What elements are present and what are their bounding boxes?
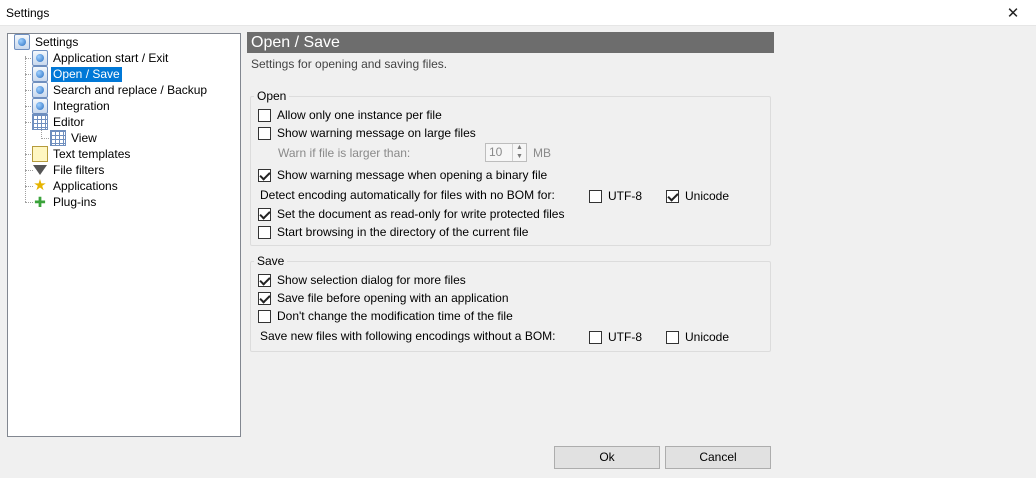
cancel-button[interactable]: Cancel [665, 446, 771, 469]
tree-connector [41, 138, 49, 139]
view-grid-icon [50, 130, 66, 146]
checkbox-label: UTF-8 [608, 189, 642, 203]
tree-item-editor[interactable]: Editor [32, 114, 86, 130]
checkbox-box[interactable] [258, 126, 271, 140]
tree-item-text-templates[interactable]: Text templates [32, 146, 132, 162]
checkbox-label: Don't change the modification time of th… [277, 309, 513, 323]
warn-threshold-value[interactable]: 10 [486, 144, 512, 161]
settings-page-icon [32, 66, 48, 82]
tree-item-view[interactable]: View [50, 130, 99, 146]
checkbox-label: Start browsing in the directory of the c… [277, 225, 529, 239]
page-title: Open / Save [247, 32, 774, 53]
tree-item-search-replace-backup[interactable]: Search and replace / Backup [32, 82, 209, 98]
tree-item-label: Editor [53, 114, 85, 129]
settings-page-icon [32, 50, 48, 66]
checkbox-box[interactable] [589, 189, 602, 203]
tree-item-label: Settings [35, 34, 79, 49]
checkbox-label: Set the document as read-only for write … [277, 207, 565, 221]
checkbox-label: Unicode [685, 189, 730, 203]
save-group-legend: Save [254, 254, 288, 268]
funnel-icon [33, 165, 47, 175]
start-browsing-checkbox[interactable]: Start browsing in the directory of the c… [258, 224, 528, 240]
ok-button[interactable]: Ok [554, 446, 660, 469]
spin-up-icon[interactable]: ▲ [513, 144, 526, 153]
tree-item-file-filters[interactable]: File filters [32, 162, 106, 178]
detect-utf8-checkbox[interactable]: UTF-8 [589, 188, 642, 204]
save-unicode-checkbox[interactable]: Unicode [666, 329, 729, 345]
checkbox-box[interactable] [258, 108, 271, 122]
checkbox-box[interactable] [258, 309, 271, 323]
tree-item-label: View [71, 130, 97, 145]
tree-item-label: Application start / Exit [53, 50, 169, 65]
warn-threshold-unit: MB [533, 146, 551, 160]
checkbox-label: Save file before opening with an applica… [277, 291, 509, 305]
tree-item-label: Search and replace / Backup [53, 82, 208, 97]
save-utf8-checkbox[interactable]: UTF-8 [589, 329, 642, 345]
keep-mtime-checkbox[interactable]: Don't change the modification time of th… [258, 308, 513, 324]
checkbox-box[interactable] [258, 291, 271, 305]
checkbox-box[interactable] [666, 330, 679, 344]
tree-item-application-start-exit[interactable]: Application start / Exit [32, 50, 170, 66]
puzzle-icon: ✚ [34, 194, 46, 210]
checkbox-box[interactable] [589, 330, 602, 344]
tree-item-plug-ins[interactable]: ✚ Plug-ins [32, 194, 98, 210]
selection-dialog-checkbox[interactable]: Show selection dialog for more files [258, 272, 466, 288]
settings-tree[interactable]: Settings Application start / Exit Open /… [7, 33, 241, 437]
title-bar: Settings ✕ [0, 0, 1036, 26]
close-icon[interactable]: ✕ [990, 0, 1036, 26]
tree-item-label: Plug-ins [53, 194, 97, 209]
settings-page-icon [32, 98, 48, 114]
checkbox-label: Show selection dialog for more files [277, 273, 466, 287]
checkbox-label: Show warning message on large files [277, 126, 476, 140]
tree-item-integration[interactable]: Integration [32, 98, 112, 114]
warn-binary-checkbox[interactable]: Show warning message when opening a bina… [258, 167, 547, 183]
editor-grid-icon [32, 114, 48, 130]
warn-threshold-label: Warn if file is larger than: [278, 146, 411, 160]
checkbox-label: Allow only one instance per file [277, 108, 442, 122]
detect-encoding-label: Detect encoding automatically for files … [260, 188, 555, 202]
tree-item-label: Open / Save [51, 66, 122, 82]
checkbox-label: Unicode [685, 330, 730, 344]
tree-item-label: File filters [53, 162, 105, 177]
tree-item-label: Integration [53, 98, 110, 113]
tree-item-applications[interactable]: ★ Applications [32, 178, 120, 194]
tree-item-settings[interactable]: Settings [14, 34, 80, 50]
save-encodings-label: Save new files with following encodings … [260, 329, 556, 343]
tree-item-open-save[interactable]: Open / Save [32, 66, 122, 82]
settings-gear-icon [14, 34, 30, 50]
detect-unicode-checkbox[interactable]: Unicode [666, 188, 729, 204]
checkbox-box[interactable] [258, 207, 271, 221]
checkbox-label: Show warning message when opening a bina… [277, 168, 548, 182]
warn-threshold-stepper[interactable]: 10 ▲ ▼ [485, 143, 527, 162]
tree-connector [25, 56, 26, 202]
spin-down-icon[interactable]: ▼ [513, 153, 526, 162]
tree-item-label: Applications [53, 178, 118, 193]
warn-large-files-checkbox[interactable]: Show warning message on large files [258, 125, 476, 141]
tree-item-label: Text templates [53, 146, 131, 161]
one-instance-checkbox[interactable]: Allow only one instance per file [258, 107, 442, 123]
checkbox-box[interactable] [258, 168, 271, 182]
checkbox-box[interactable] [666, 189, 679, 203]
save-before-checkbox[interactable]: Save file before opening with an applica… [258, 290, 509, 306]
star-icon: ★ [33, 177, 47, 194]
checkbox-box[interactable] [258, 273, 271, 287]
readonly-checkbox[interactable]: Set the document as read-only for write … [258, 206, 564, 222]
checkbox-box[interactable] [258, 225, 271, 239]
settings-page-icon [32, 82, 48, 98]
checkbox-label: UTF-8 [608, 330, 642, 344]
page-subtitle: Settings for opening and saving files. [251, 57, 448, 71]
template-note-icon [32, 146, 48, 162]
open-group-legend: Open [254, 89, 290, 103]
window-title: Settings [6, 6, 50, 20]
